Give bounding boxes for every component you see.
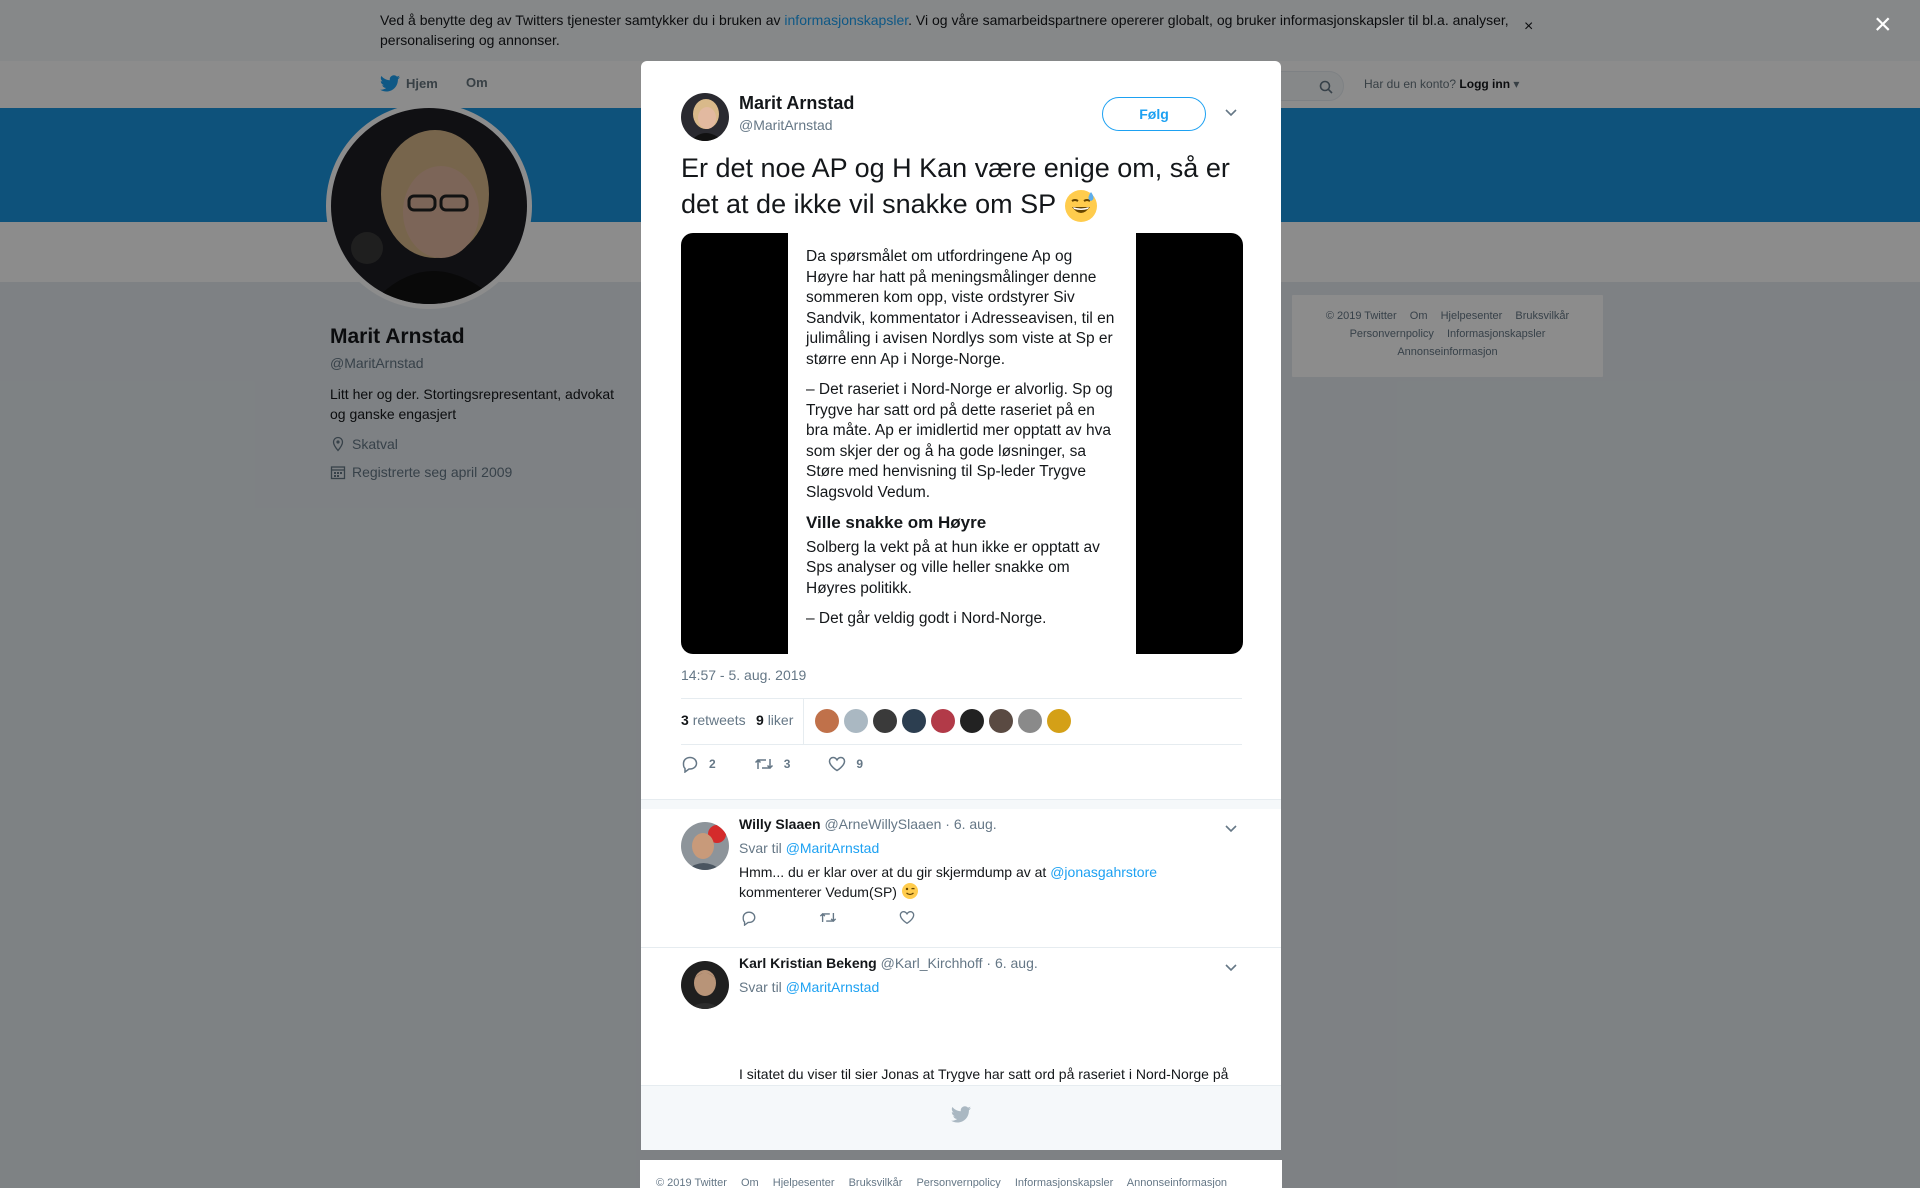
liker-avatar[interactable] xyxy=(873,709,897,733)
reply-count: 2 xyxy=(709,757,716,771)
tweet-actions: 2 3 9 xyxy=(681,755,901,773)
reply-text-end: kommenterer Vedum(SP) xyxy=(739,884,897,900)
avatar-photo xyxy=(681,961,729,1009)
stats-divider xyxy=(803,699,804,745)
reply-date[interactable]: · 6. aug. xyxy=(945,816,996,832)
tweet-stats: 3 retweets 9 liker xyxy=(681,698,1242,745)
reply-text: Hmm... du er klar over at du gir skjermd… xyxy=(739,862,1239,902)
tweet-text: Er det noe AP og H Kan være enige om, så… xyxy=(681,150,1241,224)
reply-actions xyxy=(741,910,915,926)
mention-link[interactable]: @jonasgahrstore xyxy=(1050,864,1157,880)
liker-avatar[interactable] xyxy=(902,709,926,733)
sweat-smile-emoji xyxy=(1065,189,1098,222)
reply-to-mention[interactable]: @MaritArnstad xyxy=(786,840,880,856)
liker-avatars xyxy=(815,709,1071,733)
reply-icon[interactable] xyxy=(741,910,757,926)
footer-link-cookies[interactable]: Informasjonskapsler xyxy=(1015,1177,1113,1188)
footer-link-help[interactable]: Hjelpesenter xyxy=(773,1177,835,1188)
reply-to-label: Svar til xyxy=(739,840,782,856)
like-count[interactable]: 9 liker xyxy=(756,712,793,728)
tweet-modal: Marit Arnstad @MaritArnstad Følg Er det … xyxy=(641,61,1281,1150)
chevron-down-icon[interactable] xyxy=(1224,823,1238,833)
heart-icon[interactable] xyxy=(899,910,915,925)
footer-link-about[interactable]: Om xyxy=(741,1177,759,1188)
tweet-author-handle[interactable]: @MaritArnstad xyxy=(739,117,833,133)
reply-text-start: Hmm... du er klar over at du gir skjermd… xyxy=(739,864,1051,880)
like-button[interactable]: 9 xyxy=(828,756,863,772)
liker-avatar[interactable] xyxy=(844,709,868,733)
reply-author-avatar[interactable] xyxy=(681,822,729,870)
tweet-author-name[interactable]: Marit Arnstad xyxy=(739,93,854,114)
close-icon[interactable]: × xyxy=(1874,10,1892,40)
reply-button[interactable]: 2 xyxy=(681,755,716,773)
article-paragraph-2: – Det raseriet i Nord-Norge er alvorlig.… xyxy=(806,381,1113,501)
retweet-icon xyxy=(754,758,773,770)
liker-avatar[interactable] xyxy=(1018,709,1042,733)
retweet-count-value: 3 xyxy=(681,712,689,728)
reply-to-line: Svar til @MaritArnstad xyxy=(739,979,879,995)
reply-header: Karl Kristian Bekeng @Karl_Kirchhoff · 6… xyxy=(739,955,1038,971)
tweet-author-avatar[interactable] xyxy=(681,93,729,141)
follow-button[interactable]: Følg xyxy=(1102,97,1206,131)
chevron-down-icon[interactable] xyxy=(1224,107,1238,117)
tweet-media-image[interactable]: Da spørsmålet om utfordringene Ap og Høy… xyxy=(681,233,1243,654)
heart-icon xyxy=(829,756,846,772)
article-heading: Ville snakke om Høyre xyxy=(806,513,987,532)
article-paragraph-1: Da spørsmålet om utfordringene Ap og Høy… xyxy=(806,248,1115,368)
winking-face-emoji xyxy=(901,883,918,899)
reply-to-label: Svar til xyxy=(739,979,782,995)
footer-link-ads[interactable]: Annonseinformasjon xyxy=(1127,1177,1227,1188)
like-action-count: 9 xyxy=(856,757,864,771)
reply-author-handle[interactable]: @ArneWillySlaaen xyxy=(824,816,941,832)
tweet-text-body: Er det noe AP og H Kan være enige om, så… xyxy=(681,153,1230,219)
article-paragraph-3: Solberg la vekt på at hun ikke er opptat… xyxy=(806,538,1100,597)
modal-footer xyxy=(641,1085,1281,1150)
reply-author-handle[interactable]: @Karl_Kirchhoff xyxy=(881,955,983,971)
avatar-photo xyxy=(681,93,729,141)
reply-author-name[interactable]: Willy Slaaen xyxy=(739,816,821,832)
screenshot-article: Da spørsmålet om utfordringene Ap og Høy… xyxy=(788,233,1136,654)
footer-link-terms[interactable]: Bruksvilkår xyxy=(849,1177,903,1188)
liker-avatar[interactable] xyxy=(989,709,1013,733)
reply-author-name[interactable]: Karl Kristian Bekeng xyxy=(739,955,877,971)
twitter-bird-icon xyxy=(951,1106,971,1123)
chevron-down-icon[interactable] xyxy=(1224,962,1238,972)
liker-avatar[interactable] xyxy=(931,709,955,733)
reply-to-line: Svar til @MaritArnstad xyxy=(739,840,879,856)
article-paragraph-4: – Det går veldig godt i Nord-Norge. xyxy=(806,610,1047,627)
liker-avatar[interactable] xyxy=(1047,709,1071,733)
reply-icon xyxy=(682,756,698,773)
tweet-timestamp[interactable]: 14:57 - 5. aug. 2019 xyxy=(681,667,806,683)
retweet-count-label: retweets xyxy=(692,712,746,728)
footer-link-privacy[interactable]: Personvernpolicy xyxy=(916,1177,1000,1188)
reply-author-avatar[interactable] xyxy=(681,961,729,1009)
reply-header: Willy Slaaen @ArneWillySlaaen · 6. aug. xyxy=(739,816,997,832)
retweet-button[interactable]: 3 xyxy=(754,756,791,772)
avatar-photo xyxy=(681,822,729,870)
liker-avatar[interactable] xyxy=(815,709,839,733)
reply-tweet[interactable]: Karl Kristian Bekeng @Karl_Kirchhoff · 6… xyxy=(641,948,1281,1102)
reply-date[interactable]: · 6. aug. xyxy=(986,955,1037,971)
like-count-label: liker xyxy=(767,712,794,728)
modal-bottom-footer: © 2019 Twitter Om Hjelpesenter Bruksvilk… xyxy=(640,1160,1282,1188)
retweet-count[interactable]: 3 retweets xyxy=(681,712,746,728)
reply-to-mention[interactable]: @MaritArnstad xyxy=(786,979,880,995)
retweet-icon[interactable] xyxy=(819,910,837,925)
footer-copyright: © 2019 Twitter xyxy=(656,1177,727,1188)
replies-separator xyxy=(641,799,1281,809)
like-count-value: 9 xyxy=(756,712,764,728)
retweet-action-count: 3 xyxy=(783,757,791,771)
liker-avatar[interactable] xyxy=(960,709,984,733)
